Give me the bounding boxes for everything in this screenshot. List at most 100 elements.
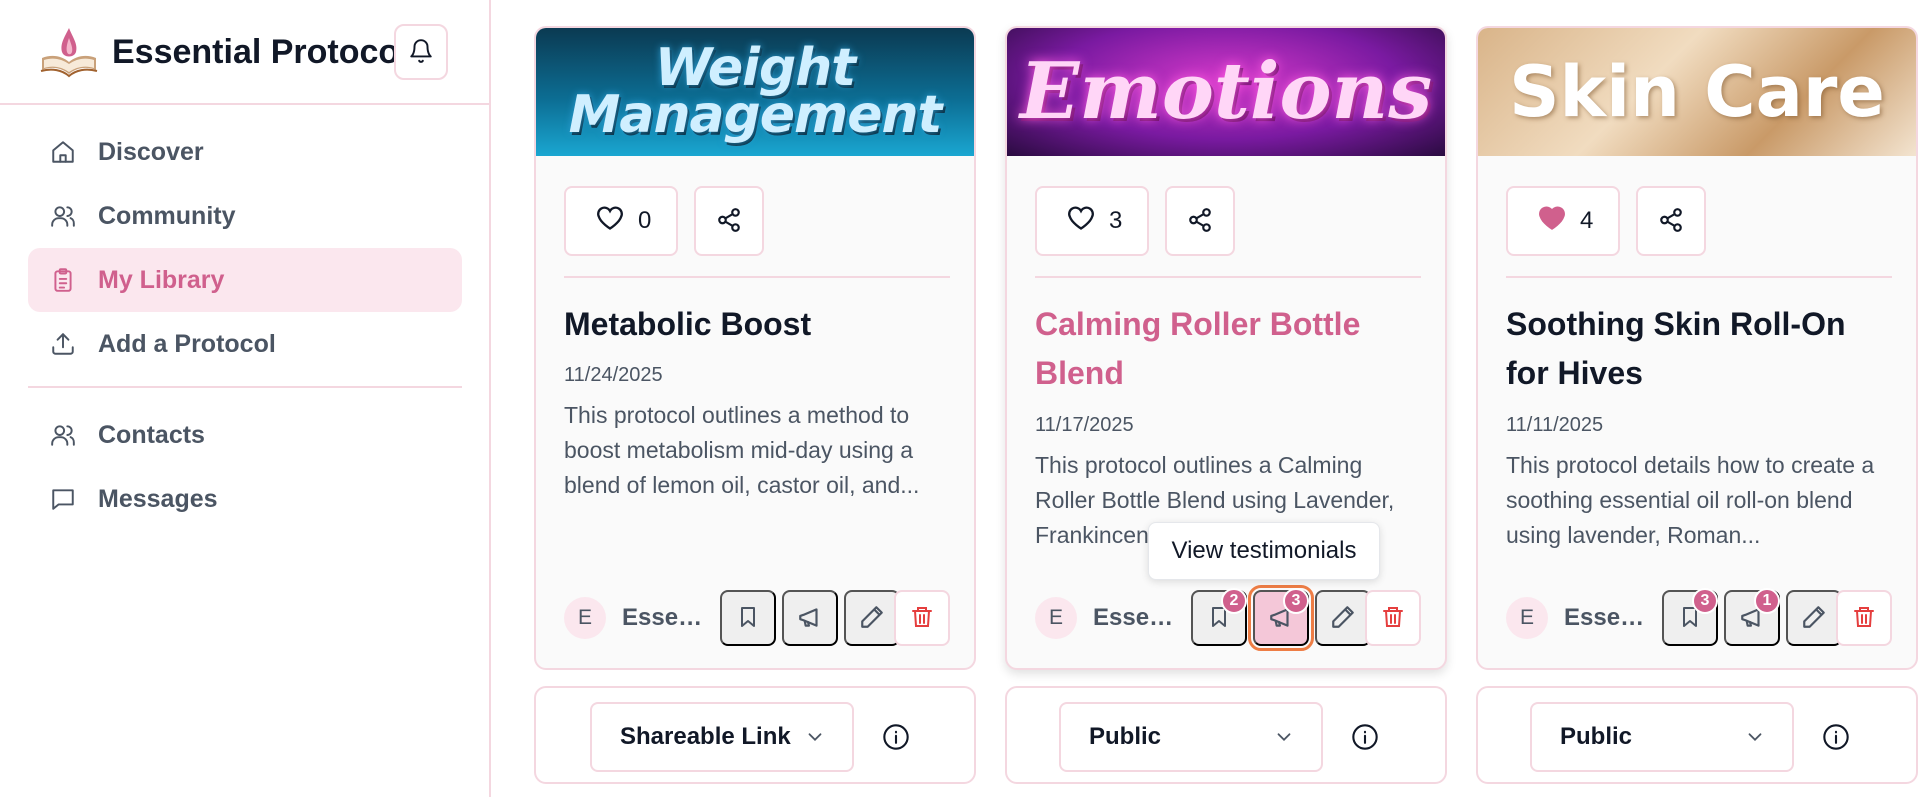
info-icon[interactable] <box>1820 721 1852 753</box>
author-name[interactable]: Essential Protocol <box>1564 604 1652 632</box>
nav-item-label: My Library <box>98 265 225 294</box>
nav-item-discover[interactable]: Discover <box>28 120 462 184</box>
card-date: 11/24/2025 <box>564 364 663 386</box>
testimonial-count-badge: 3 <box>1283 588 1309 614</box>
like-button[interactable]: 3 <box>1035 186 1149 256</box>
testimonials-button[interactable]: 3 <box>1248 585 1314 651</box>
upload-icon <box>48 329 78 359</box>
visibility-panel: Public <box>1005 686 1447 784</box>
notifications-button[interactable] <box>394 24 448 80</box>
trash-icon <box>1381 604 1405 633</box>
brand-name[interactable]: Essential Protocol <box>112 33 409 72</box>
nav-item-messages[interactable]: Messages <box>28 467 462 531</box>
chevron-down-icon <box>1273 726 1295 755</box>
delete-button[interactable] <box>1365 590 1421 646</box>
protocol-card[interactable]: Weight Management 0 Metabolic Boost 11/2… <box>534 26 976 670</box>
brand-header: Essential Protocol <box>0 0 489 105</box>
pencil-icon <box>1330 604 1356 633</box>
edit-button[interactable] <box>1315 590 1371 646</box>
pencil-icon <box>859 604 885 633</box>
book-flame-logo[interactable] <box>38 24 100 80</box>
card-description: This protocol details how to create a so… <box>1506 452 1875 548</box>
nav-item-label: Community <box>98 201 236 230</box>
share-icon <box>1187 207 1213 236</box>
card-footer: E Essential Protocol <box>564 590 950 646</box>
card-divider <box>1506 276 1892 278</box>
protocol-card[interactable]: Skin Care 4 Soothing Skin Roll-On for Hi… <box>1476 26 1918 670</box>
nav-item-community[interactable]: Community <box>28 184 462 248</box>
card-description: This protocol outlines a method to boost… <box>564 402 920 498</box>
heart-filled-icon <box>1538 205 1566 238</box>
bookmark-button[interactable] <box>720 590 776 646</box>
card-date: 11/17/2025 <box>1035 414 1134 436</box>
heart-icon <box>1067 205 1095 238</box>
testimonials-button[interactable]: 1 <box>1724 588 1780 646</box>
primary-nav: Discover Community My Library Add a Prot… <box>28 120 462 376</box>
share-button[interactable] <box>1636 186 1706 256</box>
bookmark-count-badge: 2 <box>1221 588 1247 614</box>
card-divider <box>564 276 950 278</box>
info-icon[interactable] <box>880 721 912 753</box>
card-banner-image: Weight Management <box>536 28 974 156</box>
nav-item-label: Contacts <box>98 420 205 449</box>
nav-item-contacts[interactable]: Contacts <box>28 403 462 467</box>
like-count: 3 <box>1109 207 1123 234</box>
megaphone-icon <box>797 604 823 633</box>
bookmark-icon <box>736 604 760 633</box>
nav-item-label: Messages <box>98 484 218 513</box>
nav-item-add-protocol[interactable]: Add a Protocol <box>28 312 462 376</box>
visibility-panel: Public <box>1476 686 1918 784</box>
like-button[interactable]: 4 <box>1506 186 1620 256</box>
like-count: 4 <box>1580 207 1594 234</box>
card-title[interactable]: Calming Roller Bottle Blend <box>1035 300 1425 398</box>
nav-item-my-library[interactable]: My Library <box>28 248 462 312</box>
card-date: 11/11/2025 <box>1506 414 1604 436</box>
tooltip: View testimonials <box>1148 522 1380 580</box>
app-root: Essential Protocol Discover Community My… <box>0 0 1928 797</box>
share-button[interactable] <box>694 186 764 256</box>
chevron-down-icon <box>1744 726 1766 755</box>
edit-button[interactable] <box>1786 590 1842 646</box>
nav-item-label: Discover <box>98 137 204 166</box>
visibility-select[interactable]: Public <box>1059 702 1323 772</box>
visibility-select[interactable]: Public <box>1530 702 1794 772</box>
nav-divider <box>28 386 462 388</box>
testimonial-count-badge: 1 <box>1754 588 1780 614</box>
clipboard-icon <box>48 265 78 295</box>
card-title[interactable]: Metabolic Boost <box>564 300 954 349</box>
avatar[interactable]: E <box>1035 597 1077 639</box>
like-button[interactable]: 0 <box>564 186 678 256</box>
visibility-value: Public <box>1560 723 1633 750</box>
card-footer: E Essential Protocol 3 1 <box>1506 588 1892 646</box>
visibility-value: Public <box>1089 723 1162 750</box>
avatar[interactable]: E <box>564 597 606 639</box>
visibility-value: Shareable Link <box>620 723 791 750</box>
info-icon[interactable] <box>1349 721 1381 753</box>
nav-item-label: Add a Protocol <box>98 329 276 358</box>
share-button[interactable] <box>1165 186 1235 256</box>
card-divider <box>1035 276 1421 278</box>
card-banner-image: Skin Care <box>1478 28 1916 156</box>
trash-icon <box>910 604 934 633</box>
message-icon <box>48 484 78 514</box>
banner-text: Emotions <box>1019 45 1433 137</box>
chevron-down-icon <box>804 726 826 755</box>
heart-icon <box>596 205 624 238</box>
card-title[interactable]: Soothing Skin Roll-On for Hives <box>1506 300 1896 398</box>
banner-text: Skin Care <box>1509 50 1885 133</box>
visibility-select[interactable]: Shareable Link <box>590 702 854 772</box>
bell-icon <box>408 38 434 67</box>
card-footer: E Essential Protocol 2 3 <box>1035 585 1421 651</box>
trash-icon <box>1852 604 1876 633</box>
edit-button[interactable] <box>844 590 900 646</box>
avatar[interactable]: E <box>1506 597 1548 639</box>
author-name[interactable]: Essential Protocol <box>622 604 710 632</box>
delete-button[interactable] <box>894 590 950 646</box>
bookmark-button[interactable]: 3 <box>1662 588 1718 646</box>
delete-button[interactable] <box>1836 590 1892 646</box>
visibility-panel: Shareable Link <box>534 686 976 784</box>
bookmark-button[interactable]: 2 <box>1191 588 1247 646</box>
secondary-nav: Contacts Messages <box>28 403 462 531</box>
author-name[interactable]: Essential Protocol <box>1093 604 1181 632</box>
testimonials-button[interactable] <box>782 590 838 646</box>
